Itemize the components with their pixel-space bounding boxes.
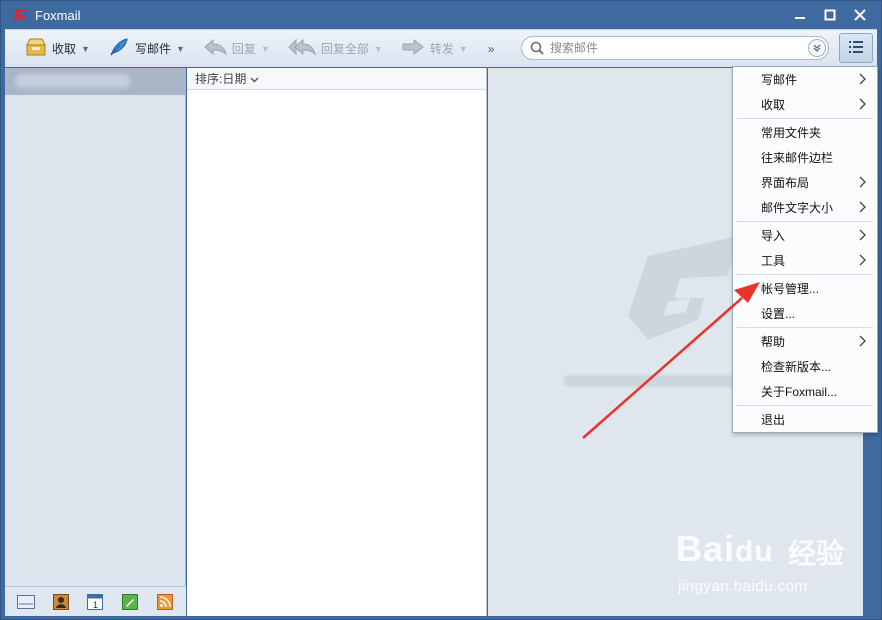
menu-item-account-manage[interactable]: 帐号管理... — [733, 276, 877, 301]
baidu-watermark: Baidu 经验 jingyan.baidu.com — [676, 528, 876, 598]
reply-arrow-icon — [203, 38, 227, 59]
menu-item-layout[interactable]: 界面布局 — [733, 170, 877, 195]
foxmail-watermark-logo — [628, 236, 738, 340]
calendar-icon[interactable]: 1 — [86, 593, 104, 611]
watermark-brand: Baidu — [676, 528, 774, 569]
menu-item-label: 帮助 — [761, 335, 786, 349]
chevron-right-icon — [859, 254, 866, 266]
folder-pane: 1 — [5, 68, 186, 616]
watermark-brand-cn: 经验 — [788, 538, 845, 569]
compose-label: 写邮件 — [134, 42, 171, 56]
inbox-tray-icon — [25, 37, 47, 60]
svg-text:1: 1 — [93, 600, 98, 610]
chevron-down-icon[interactable]: ▼ — [261, 44, 270, 54]
menu-item-settings[interactable]: 设置... — [733, 301, 877, 326]
menu-item-label: 写邮件 — [761, 73, 798, 87]
chevron-down-icon[interactable]: ▼ — [176, 44, 185, 54]
menu-item-label: 工具 — [761, 254, 786, 268]
menu-item-import[interactable]: 导入 — [733, 223, 877, 248]
reply-all-label: 回复全部 — [320, 42, 369, 56]
chevron-right-icon — [859, 73, 866, 85]
menu-separator — [737, 405, 873, 406]
menu-item-font-size[interactable]: 邮件文字大小 — [733, 195, 877, 220]
menu-item-check-update[interactable]: 检查新版本... — [733, 354, 877, 379]
forward-label: 转发 — [429, 42, 454, 56]
account-name-redacted — [15, 74, 130, 88]
search-input[interactable] — [550, 41, 790, 55]
menu-item-label: 检查新版本... — [761, 360, 832, 374]
contacts-icon[interactable] — [52, 593, 70, 611]
sort-bar[interactable]: 排序:日期 — [187, 68, 486, 90]
minimize-icon[interactable] — [789, 5, 811, 25]
receive-button[interactable]: 收取 ▼ — [19, 34, 96, 64]
reply-all-arrow-icon — [288, 38, 316, 59]
watermark-url: jingyan.baidu.com — [678, 578, 808, 595]
compose-button[interactable]: 写邮件 ▼ — [102, 34, 191, 64]
menu-item-label: 往来邮件边栏 — [761, 151, 834, 165]
chevron-right-icon — [859, 201, 866, 213]
chevron-down-icon[interactable]: ▼ — [81, 44, 90, 54]
app-logo-icon — [13, 7, 29, 23]
chevron-right-icon — [859, 229, 866, 241]
menu-item-exit[interactable]: 退出 — [733, 407, 877, 432]
menu-item-label: 界面布局 — [761, 176, 810, 190]
menu-separator — [737, 221, 873, 222]
chevron-right-icon — [859, 98, 866, 110]
message-list-pane: 排序:日期 — [187, 68, 487, 616]
menu-item-label: 关于Foxmail... — [761, 385, 838, 399]
reply-button[interactable]: 回复 ▼ — [197, 34, 276, 64]
menu-item-label: 设置... — [761, 307, 796, 321]
menu-item-favorites[interactable]: 常用文件夹 — [733, 120, 877, 145]
search-icon — [530, 41, 544, 55]
menu-item-about[interactable]: 关于Foxmail... — [733, 379, 877, 404]
menu-separator — [737, 327, 873, 328]
menu-item-label: 收取 — [761, 98, 786, 112]
menu-item-label: 导入 — [761, 229, 786, 243]
menu-item-correspondence-sidebar[interactable]: 往来邮件边栏 — [733, 145, 877, 170]
feather-pen-icon — [108, 37, 130, 60]
sort-label: 排序:日期 — [195, 72, 247, 86]
menu-item-label: 邮件文字大小 — [761, 201, 834, 215]
rss-icon[interactable] — [156, 593, 174, 611]
reply-all-button[interactable]: 回复全部 ▼ — [282, 34, 389, 64]
receive-label: 收取 — [52, 42, 77, 56]
menu-item-receive[interactable]: 收取 — [733, 92, 877, 117]
chevron-down-icon[interactable] — [808, 39, 826, 57]
menu-separator — [737, 274, 873, 275]
menu-item-tools[interactable]: 工具 — [733, 248, 877, 273]
menu-item-label: 常用文件夹 — [761, 126, 822, 140]
chevron-right-icon — [859, 335, 866, 347]
toolbar: 收取 ▼ 写邮件 ▼ 回复 ▼ 回复全部 ▼ 转发 ▼ » 搜索邮件 — [5, 29, 877, 67]
chevron-down-icon[interactable]: ▼ — [459, 44, 468, 54]
menu-item-label: 帐号管理... — [761, 282, 820, 296]
module-switcher: 1 — [5, 586, 186, 616]
menu-separator — [737, 118, 873, 119]
menu-item-compose[interactable]: 写邮件 — [733, 67, 877, 92]
chevron-down-icon[interactable] — [250, 72, 259, 86]
close-icon[interactable] — [849, 5, 871, 25]
reply-label: 回复 — [231, 42, 256, 56]
more-toolbar-button[interactable]: » — [488, 42, 495, 56]
menu-item-label: 退出 — [761, 413, 786, 427]
main-menu-dropdown: 写邮件 收取 常用文件夹 往来邮件边栏 界面布局 邮件文字大小 导入 工具 帐号… — [732, 66, 878, 433]
main-menu-button[interactable] — [839, 33, 873, 63]
title-bar: Foxmail — [1, 1, 881, 29]
chevron-down-icon[interactable]: ▼ — [374, 44, 383, 54]
menu-item-help[interactable]: 帮助 — [733, 329, 877, 354]
forward-button[interactable]: 转发 ▼ — [395, 34, 474, 64]
chevron-right-icon — [859, 176, 866, 188]
list-menu-icon — [848, 40, 864, 57]
forward-arrow-icon — [401, 38, 425, 59]
window-title: Foxmail — [35, 7, 81, 23]
maximize-icon[interactable] — [819, 5, 841, 25]
mail-icon[interactable] — [17, 593, 36, 611]
account-row[interactable] — [5, 68, 186, 95]
notes-icon[interactable] — [121, 593, 139, 611]
search-box — [521, 36, 829, 60]
